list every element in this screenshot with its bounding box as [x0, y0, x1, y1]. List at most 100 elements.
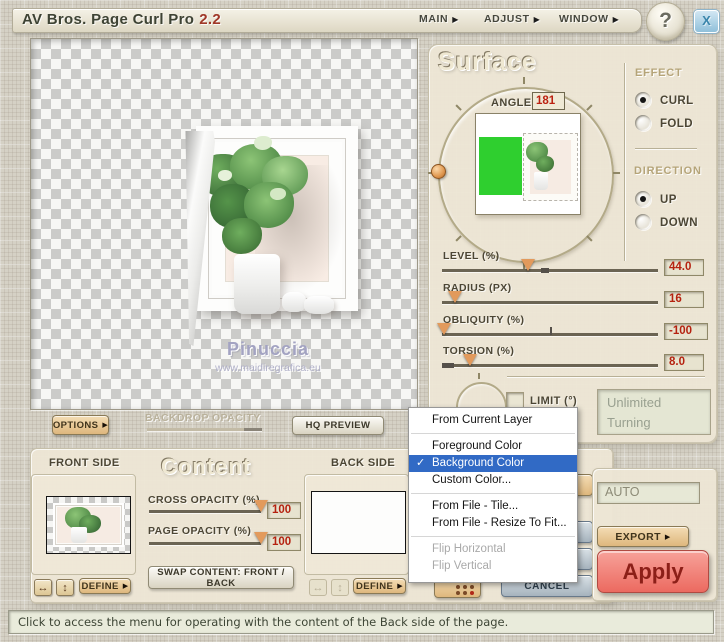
swap-content-button[interactable]: SWAP CONTENT: FRONT / BACK	[148, 566, 294, 589]
radius-value-box[interactable]: 16	[664, 291, 704, 308]
page-opacity-handle[interactable]	[254, 532, 268, 544]
effect-label: EFFECT	[635, 67, 683, 79]
torsion-slider[interactable]	[442, 354, 658, 368]
radio-up-label[interactable]: UP	[660, 194, 677, 206]
back-define-button[interactable]: DEFINE ▶	[353, 578, 406, 594]
limit-display: Unlimited Turning	[597, 389, 711, 435]
menu-arrow-icon: ▶	[533, 15, 541, 24]
front-flip-horizontal-button[interactable]: ↔	[34, 579, 52, 596]
page-curl-pro-dialog: AV Bros. Page Curl Pro 2.2 MAIN ▶ ADJUST ▶ …	[0, 0, 724, 642]
back-fill-color-swatch	[479, 137, 522, 195]
limit-label: LIMIT (°)	[530, 395, 578, 407]
actions-panel: AUTO EXPORT ▶ Apply	[592, 468, 718, 602]
obliquity-value-box[interactable]: -100	[664, 323, 708, 340]
radio-fold[interactable]	[635, 115, 651, 131]
front-define-button[interactable]: DEFINE ▶	[79, 578, 131, 594]
menu-separator	[411, 493, 575, 494]
help-button[interactable]: ?	[646, 2, 685, 41]
menu-separator	[411, 536, 575, 537]
radio-up[interactable]	[635, 191, 651, 207]
obliquity-slider-label: OBLIQUITY (%)	[443, 314, 525, 326]
menu-arrow-icon: ▶	[122, 583, 129, 590]
menu-arrow-icon: ▶	[102, 422, 109, 429]
dots-icon	[455, 585, 460, 589]
menu-item-custom-color[interactable]: Custom Color...	[409, 472, 577, 489]
surface-title: Surface	[438, 48, 537, 76]
radius-slider-handle[interactable]	[447, 291, 462, 303]
menu-window[interactable]: WINDOW ▶	[559, 13, 619, 25]
watermark: Pinuccia www.maidiregrafica.eu	[163, 339, 373, 374]
angle-input[interactable]: 181	[532, 92, 565, 110]
plant-vase	[234, 254, 280, 314]
back-flip-vertical-button: ↕	[331, 579, 349, 596]
back-flip-horizontal-button: ↔	[309, 579, 327, 596]
torsion-value-box[interactable]: 8.0	[664, 354, 704, 371]
back-side-content-menu: From Current Layer Foreground Color ✓ Ba…	[408, 407, 578, 583]
cross-opacity-value-box[interactable]: 100	[267, 502, 301, 519]
backdrop-opacity-slider	[147, 428, 262, 431]
close-button[interactable]: X	[694, 10, 719, 33]
level-slider[interactable]	[442, 259, 658, 273]
radio-curl-label[interactable]: CURL	[660, 95, 694, 107]
v-arrows-icon: ↕	[62, 582, 68, 594]
checkmark-icon: ✓	[416, 457, 426, 469]
back-side-thumbnail[interactable]	[311, 491, 406, 554]
surface-thumbnail	[475, 113, 581, 215]
preview-canvas[interactable]: Pinuccia www.maidiregrafica.eu	[30, 38, 418, 410]
menu-arrow-icon: ▶	[664, 533, 671, 541]
front-side-label: FRONT SIDE	[49, 457, 120, 469]
radio-fold-label[interactable]: FOLD	[660, 118, 693, 130]
menu-main[interactable]: MAIN ▶	[419, 13, 459, 25]
torsion-slider-handle[interactable]	[463, 354, 478, 366]
menu-item-from-file-resize[interactable]: From File - Resize To Fit...	[409, 515, 577, 532]
page-opacity-label: PAGE OPACITY (%)	[148, 525, 252, 537]
menu-item-from-current-layer[interactable]: From Current Layer	[409, 412, 577, 429]
app-name: AV Bros. Page Curl Pro	[22, 11, 195, 28]
export-button[interactable]: EXPORT ▶	[597, 526, 689, 547]
front-side-thumbnail[interactable]	[46, 496, 131, 554]
radio-curl[interactable]	[635, 92, 651, 108]
divider	[507, 376, 705, 377]
angle-label: ANGLE	[491, 97, 532, 109]
obliquity-slider-handle[interactable]	[437, 323, 452, 335]
obliquity-slider[interactable]	[437, 323, 658, 336]
question-icon: ?	[659, 9, 672, 32]
menu-arrow-icon: ▶	[612, 15, 620, 24]
cross-opacity-slider[interactable]	[149, 500, 268, 513]
radio-down[interactable]	[635, 214, 651, 230]
apply-button[interactable]: Apply	[597, 550, 709, 593]
menu-item-foreground-color[interactable]: Foreground Color	[409, 438, 577, 455]
window-title: AV Bros. Page Curl Pro 2.2	[22, 11, 221, 28]
divider	[624, 63, 625, 261]
cross-opacity-label: CROSS OPACITY (%)	[148, 494, 261, 506]
h-arrows-icon: ↔	[312, 582, 324, 594]
radius-slider[interactable]	[442, 291, 658, 304]
watermark-title: Pinuccia	[226, 339, 310, 359]
level-value-box[interactable]: 44.0	[664, 259, 704, 276]
front-flip-vertical-button[interactable]: ↕	[56, 579, 74, 596]
close-icon: X	[702, 13, 711, 28]
angle-dial-handle[interactable]	[431, 164, 446, 179]
cup	[304, 296, 334, 314]
menu-item-flip-vertical: Flip Vertical	[432, 560, 492, 572]
direction-label: DIRECTION	[634, 165, 702, 177]
level-slider-label: LEVEL (%)	[443, 250, 500, 262]
watermark-url: www.maidiregrafica.eu	[215, 362, 321, 374]
preview-artwork	[196, 126, 358, 314]
menu-item-from-file-tile[interactable]: From File - Tile...	[409, 498, 577, 515]
level-slider-handle[interactable]	[521, 259, 536, 271]
page-opacity-value-box[interactable]: 100	[267, 534, 301, 551]
menu-item-background-color[interactable]: ✓ Background Color	[409, 455, 577, 472]
cup	[282, 292, 306, 312]
options-button[interactable]: OPTIONS ▶	[52, 415, 109, 435]
menu-arrow-icon: ▶	[397, 583, 404, 590]
surface-panel: Surface ANGLE 181 EFFECT CURL FOLD DIREC…	[428, 44, 718, 444]
radio-down-label[interactable]: DOWN	[660, 217, 698, 229]
menu-item-flip-horizontal: Flip Horizontal	[432, 543, 506, 555]
menu-adjust[interactable]: ADJUST ▶	[484, 13, 540, 25]
backdrop-opacity-label: BACKDROP OPACITY	[145, 412, 261, 424]
hq-preview-button[interactable]: HQ PREVIEW	[292, 416, 384, 435]
cross-opacity-handle[interactable]	[254, 500, 268, 512]
page-opacity-slider[interactable]	[149, 532, 268, 545]
torsion-slider-label: TORSION (%)	[443, 345, 515, 357]
